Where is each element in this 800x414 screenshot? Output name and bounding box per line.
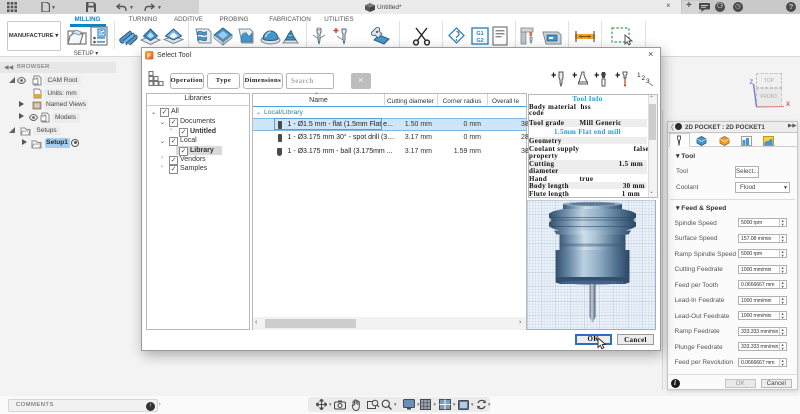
svg-text:G1: G1 <box>476 31 483 37</box>
svg-text:1: 1 <box>637 72 641 79</box>
svg-text:G: G <box>99 30 104 37</box>
svg-text:G2: G2 <box>476 38 483 44</box>
svg-text:F: F <box>147 53 151 60</box>
svg-text:3: 3 <box>646 78 650 85</box>
svg-text:2: 2 <box>642 75 646 82</box>
